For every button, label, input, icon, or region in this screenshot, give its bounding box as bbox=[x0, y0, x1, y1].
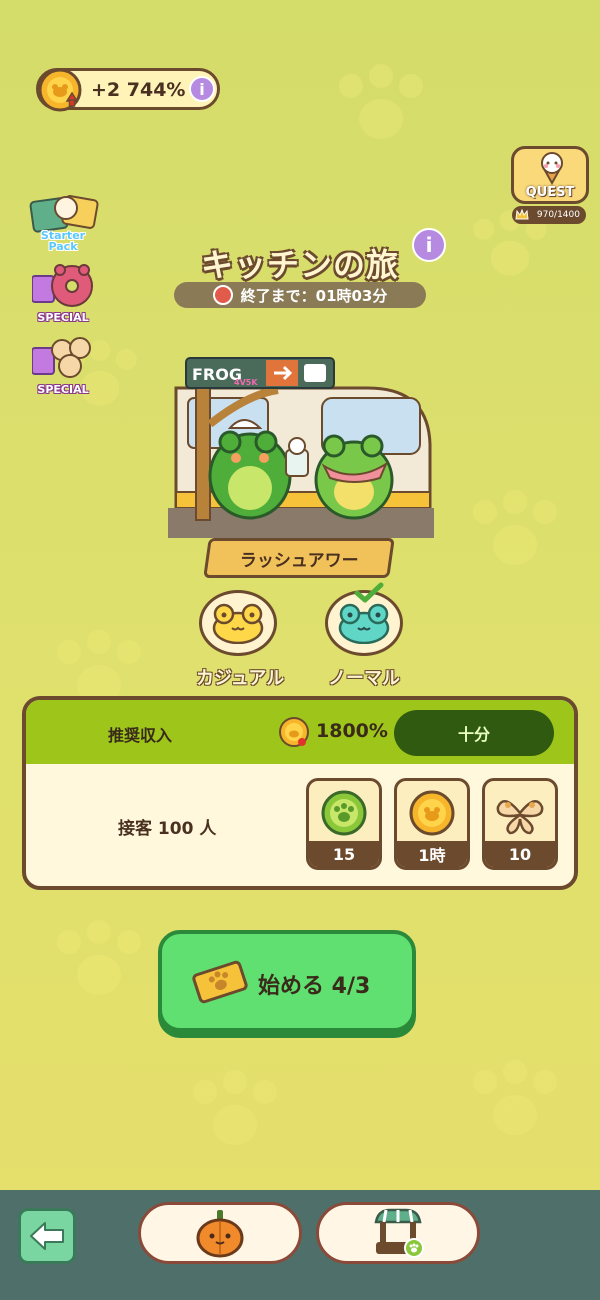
special-label: SPECIAL bbox=[37, 311, 89, 324]
paw-print-decoration bbox=[470, 1060, 560, 1140]
reward-card[interactable]: 10 bbox=[482, 778, 558, 870]
butterfly-cookie-icon bbox=[496, 800, 544, 835]
ticket-icon bbox=[192, 960, 248, 1004]
reward-card[interactable]: 15 bbox=[306, 778, 382, 870]
reward-value: 10 bbox=[485, 841, 555, 867]
recommended-income-label: 推奨収入 bbox=[108, 726, 173, 745]
ice-cream-icon bbox=[541, 152, 563, 185]
income-status-text: 十分 bbox=[457, 725, 490, 744]
casual-label: カジュアル bbox=[196, 668, 285, 689]
frog-paw-coin-icon bbox=[321, 790, 367, 836]
quest-progress: 970/1400 bbox=[512, 206, 586, 224]
recommended-income-value: 1800% bbox=[316, 720, 388, 742]
gold-coin-icon bbox=[37, 67, 83, 113]
income-status-badge: 十分 bbox=[394, 710, 554, 756]
paw-print-decoration bbox=[190, 1070, 280, 1150]
paw-print-decoration bbox=[470, 490, 560, 570]
back-button[interactable] bbox=[18, 1208, 76, 1264]
info-icon[interactable]: i bbox=[189, 76, 215, 102]
special-label: SPECIAL bbox=[37, 383, 89, 396]
stage-name-banner: ラッシュアワー bbox=[203, 538, 395, 578]
income-bonus-value: +2 744% bbox=[91, 79, 186, 101]
reward-panel: 推奨収入 1800% 十分 接客 100 人 15 1時 10 bbox=[22, 696, 578, 890]
back-arrow-icon bbox=[30, 1222, 64, 1250]
paw-print-decoration bbox=[336, 64, 426, 144]
difficulty-normal[interactable]: ノーマル bbox=[322, 582, 406, 690]
quest-progress-text: 970/1400 bbox=[536, 210, 580, 220]
alarm-clock-icon bbox=[212, 285, 233, 305]
checkmark-icon bbox=[354, 582, 384, 603]
event-scene-illustration: FROG 4V5K bbox=[168, 354, 434, 540]
crown-icon bbox=[515, 208, 529, 220]
income-bonus-pill[interactable]: +2 744% i bbox=[36, 67, 220, 113]
event-title-text: キッチンの旅 bbox=[200, 246, 399, 284]
event-title: キッチンの旅 bbox=[0, 240, 600, 286]
gold-coin-icon bbox=[279, 717, 309, 747]
event-info-icon[interactable]: i bbox=[412, 228, 446, 262]
gold-coin-icon bbox=[409, 790, 455, 836]
pumpkin-icon bbox=[196, 1210, 244, 1258]
reward-card[interactable]: 1時 bbox=[394, 778, 470, 870]
cookie-pack-icon bbox=[32, 337, 91, 378]
bottom-nav-bar bbox=[0, 1190, 600, 1300]
start-button[interactable]: 始める 4/3 bbox=[158, 930, 416, 1032]
quest-label: QUEST bbox=[525, 185, 575, 200]
event-timer: 終了まで：01時03分 bbox=[174, 282, 426, 308]
reward-value: 15 bbox=[309, 841, 379, 867]
task-label: 接客 100 人 bbox=[118, 819, 217, 839]
casual-frog-icon bbox=[199, 590, 277, 656]
reward-value: 1時 bbox=[397, 841, 467, 867]
difficulty-casual[interactable]: カジュアル bbox=[196, 590, 285, 690]
start-label: 始める 4/3 bbox=[258, 974, 371, 999]
event-timer-text: 終了まで：01時03分 bbox=[240, 286, 388, 305]
quest-button[interactable]: QUEST bbox=[511, 146, 589, 204]
market-stall-icon bbox=[374, 1208, 424, 1258]
halloween-event-button[interactable] bbox=[138, 1202, 302, 1264]
shop-stall-button[interactable] bbox=[316, 1202, 480, 1264]
stage-name-text: ラッシュアワー bbox=[239, 550, 359, 571]
normal-label: ノーマル bbox=[328, 668, 400, 689]
svg-text:4V5K: 4V5K bbox=[234, 378, 258, 387]
paw-print-decoration bbox=[54, 920, 144, 1000]
panel-header: 推奨収入 1800% 十分 bbox=[26, 700, 574, 764]
special-offer-button[interactable]: SPECIAL bbox=[24, 334, 102, 396]
